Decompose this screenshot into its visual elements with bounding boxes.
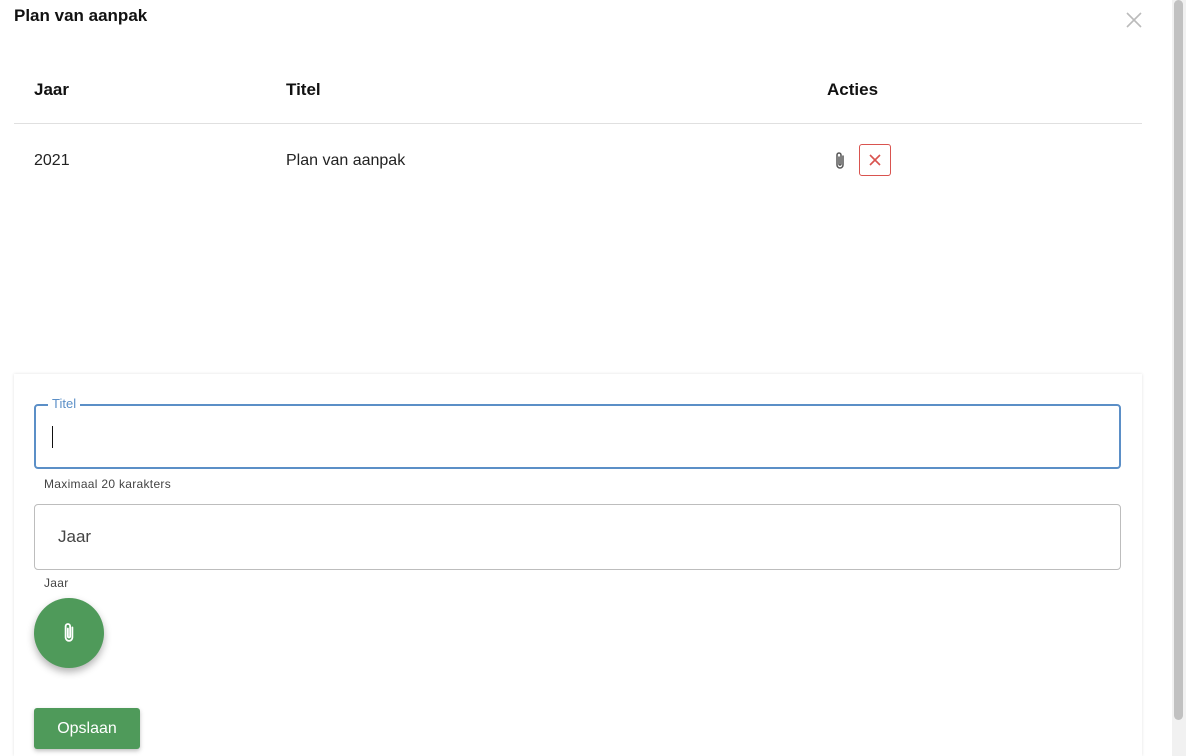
delete-button[interactable] bbox=[859, 144, 891, 176]
upload-form: Titel Maximaal 20 karakters Jaar Jaar Op… bbox=[14, 374, 1142, 756]
header-jaar: Jaar bbox=[34, 80, 69, 99]
documents-table: Jaar Titel Acties 2021 Plan van aanpak bbox=[14, 70, 1142, 198]
close-icon[interactable] bbox=[1124, 10, 1144, 30]
table-row: 2021 Plan van aanpak bbox=[14, 124, 1142, 198]
x-icon bbox=[869, 154, 881, 166]
paperclip-icon[interactable] bbox=[832, 150, 848, 172]
scrollbar-thumb[interactable] bbox=[1174, 0, 1183, 720]
titel-hint: Maximaal 20 karakters bbox=[44, 477, 172, 491]
header-titel: Titel bbox=[286, 80, 321, 99]
jaar-field[interactable]: Jaar bbox=[34, 504, 1121, 570]
titel-field[interactable]: Titel bbox=[34, 396, 1121, 469]
table-header: Jaar Titel Acties bbox=[14, 70, 1142, 124]
attach-file-button[interactable] bbox=[34, 598, 104, 668]
cell-titel: Plan van aanpak bbox=[286, 152, 406, 169]
titel-label: Titel bbox=[48, 396, 81, 411]
jaar-hint: Jaar bbox=[44, 576, 69, 590]
jaar-placeholder: Jaar bbox=[58, 527, 92, 546]
text-caret bbox=[52, 426, 53, 448]
save-button[interactable]: Opslaan bbox=[34, 708, 140, 749]
scrollbar[interactable] bbox=[1172, 0, 1186, 756]
dialog-title: Plan van aanpak bbox=[14, 6, 148, 25]
cell-jaar: 2021 bbox=[34, 152, 70, 169]
paperclip-icon bbox=[64, 623, 74, 642]
header-acties: Acties bbox=[827, 80, 879, 99]
